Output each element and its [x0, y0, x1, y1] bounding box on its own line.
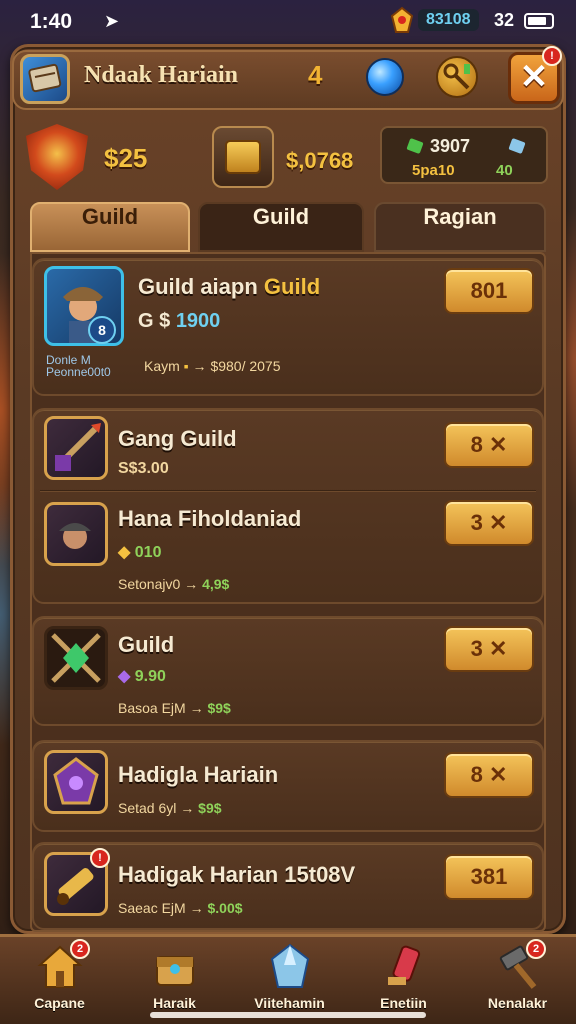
- purple-gem-icon: ◆: [118, 668, 131, 685]
- battery-icon: [524, 13, 554, 29]
- card-5-title: Hadigak Harian 15t08V: [118, 862, 356, 887]
- home-indicator[interactable]: [150, 1012, 426, 1018]
- status-pill: 83108: [418, 9, 479, 31]
- status-time: 1:40: [30, 10, 73, 33]
- nav-label-viitehamin: Viitehamin: [254, 995, 325, 1011]
- nav-item-haraik[interactable]: Haraik: [117, 937, 232, 1024]
- battery-percent: 32: [494, 10, 515, 30]
- resource-count: 40: [496, 162, 513, 179]
- card-2-title: Hana Fiholdaniad: [118, 506, 302, 531]
- crystal-icon: [266, 943, 314, 991]
- card-5-info: Saeac EjM → $.00$: [118, 900, 243, 916]
- resource-main: 3907: [430, 136, 471, 156]
- key-icon[interactable]: [436, 56, 478, 98]
- card-4-info: Setad 6yl → $9$: [118, 800, 222, 816]
- nav-label-enetiin: Enetiin: [380, 995, 427, 1011]
- status-bar: 1:40 ➤ 83108 32: [0, 0, 576, 44]
- featured-title-text: Guild aiapn: [138, 274, 258, 299]
- tab-guild[interactable]: Guild: [198, 202, 364, 252]
- nav-label-capane: Capane: [34, 995, 85, 1011]
- featured-info: Kaym ▪ → $980/ 2075: [144, 358, 281, 374]
- header-count: 4: [308, 60, 323, 90]
- blue-orb-icon[interactable]: [366, 58, 404, 96]
- featured-action-button[interactable]: 801: [444, 268, 534, 314]
- card-1-title: Gang Guild: [118, 426, 237, 451]
- bottom-nav: 2 Capane Haraik Viitehamin Enetiin 2 Nen…: [0, 934, 576, 1024]
- featured-info-prefix: Kaym: [144, 358, 180, 374]
- gold-amount: $,0768: [286, 148, 354, 173]
- resource-sub: 5pa10: [412, 162, 455, 179]
- nav-item-enetiin[interactable]: Enetiin: [346, 937, 461, 1024]
- nav-item-capane[interactable]: 2 Capane: [2, 937, 117, 1024]
- card-5-info-value: $.00$: [207, 900, 243, 916]
- nav-label-nenalakr: Nenalakr: [487, 995, 548, 1011]
- nav-hammer-badge: 2: [526, 939, 546, 959]
- potion-icon: [380, 943, 428, 991]
- card-2-sub: ◆ 010: [118, 542, 161, 562]
- card-3-sub: ◆ 9.90: [118, 666, 166, 686]
- chest-icon: [225, 140, 261, 174]
- card-3-info-prefix: Basoa EjM →: [118, 700, 204, 716]
- card-5-badge: !: [90, 848, 110, 868]
- trophy-icon: [388, 6, 416, 34]
- owner-name: Donle M Peonne00t0: [46, 354, 111, 378]
- gold-icon: ◆: [118, 544, 131, 561]
- card-4-button[interactable]: 8 ✕: [444, 752, 534, 798]
- purple-chest-icon: [44, 750, 108, 814]
- featured-title-accent: Guild: [263, 274, 321, 299]
- card-2-info: Setonajv0 → 4,9$: [118, 576, 229, 592]
- map-icon[interactable]: [20, 54, 70, 104]
- blue-gem-icon: [508, 137, 526, 155]
- card-3-info-value: $9$: [207, 700, 231, 716]
- featured-sub-prefix: G $: [138, 310, 171, 332]
- card-3-title: Guild: [118, 632, 175, 657]
- tab-ragian[interactable]: Ragian: [374, 202, 546, 252]
- card-2-button[interactable]: 3 ✕: [444, 500, 534, 546]
- card-5-button[interactable]: 381: [444, 854, 534, 900]
- featured-title: Guild aiapn Guild: [138, 274, 320, 300]
- card-3-sub-value: 9.90: [134, 668, 166, 685]
- card-1-sub: S$3.00: [118, 460, 169, 477]
- nav-item-nenalakr[interactable]: 2 Nenalakr: [460, 937, 575, 1024]
- money-amount: $25: [104, 143, 148, 173]
- nav-home-badge: 2: [70, 939, 90, 959]
- hero-portrait-icon: [44, 502, 108, 566]
- emerald-swords-icon: [44, 626, 108, 690]
- game-screen: 1:40 ➤ 83108 32 Ndaak Hariain 4 ✕ ! $25 …: [0, 0, 576, 1024]
- card-4-info-value: $9$: [198, 800, 222, 816]
- card-3-button[interactable]: 3 ✕: [444, 626, 534, 672]
- card-2-info-prefix: Setonajv0 →: [118, 576, 199, 592]
- resource-panel: 3907 5pa10 40: [380, 126, 548, 184]
- featured-sub: G $ 1900: [138, 310, 220, 333]
- page-title: Ndaak Hariain: [84, 62, 239, 88]
- card-4-title: Hadigla Hariain: [118, 762, 279, 787]
- owner-name-line2: Peonne00t0: [46, 365, 111, 379]
- card-1-button[interactable]: 8 ✕: [444, 422, 534, 468]
- close-notification-badge: !: [542, 46, 562, 66]
- level-badge: 8: [88, 316, 116, 344]
- featured-sub-value: 1900: [175, 310, 221, 332]
- card-2-info-value: 4,9$: [202, 576, 230, 592]
- nav-label-haraik: Haraik: [153, 995, 196, 1011]
- featured-info-value: $980/ 2075: [210, 358, 281, 374]
- chest-icon: [151, 943, 199, 991]
- coin-icon: ▪: [183, 358, 189, 374]
- nav-item-viitehamin[interactable]: Viitehamin: [232, 937, 347, 1024]
- card-2-sub-value: 010: [134, 544, 162, 561]
- location-arrow-icon: ➤: [104, 11, 120, 32]
- featured-guild-card[interactable]: 8 Guild aiapn Guild G $ 1900 Donle M Peon…: [32, 258, 544, 396]
- card-5-info-prefix: Saeac EjM →: [118, 900, 204, 916]
- divider: [40, 490, 536, 492]
- green-gem-icon: [406, 137, 424, 155]
- tab-guild-active[interactable]: Guild: [30, 202, 190, 252]
- crossbow-icon: [44, 416, 108, 480]
- tab-bar: Guild Guild Ragian: [30, 202, 546, 252]
- card-3-info: Basoa EjM → $9$: [118, 700, 231, 716]
- card-4-info-prefix: Setad 6yl →: [118, 800, 195, 816]
